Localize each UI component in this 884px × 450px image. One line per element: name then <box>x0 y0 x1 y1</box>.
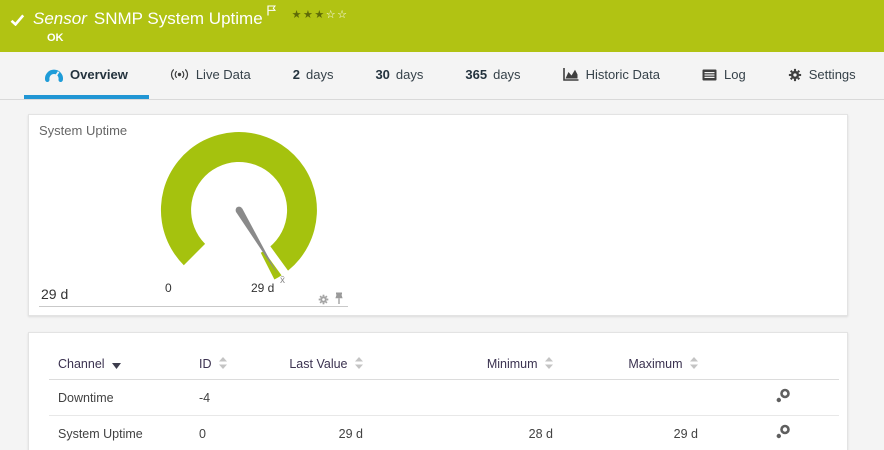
gauge-icon <box>45 68 63 82</box>
gauge-scale-min: 0 <box>165 281 172 295</box>
tab-live-data[interactable]: Live Data <box>149 52 272 99</box>
sort-icon <box>355 357 363 372</box>
cell-last-value: 29 d <box>289 415 363 450</box>
tab-label: days <box>395 67 424 82</box>
column-label: Last Value <box>289 357 348 371</box>
channel-settings-button[interactable] <box>698 379 839 416</box>
tab-number: 365 <box>465 67 488 82</box>
table-header-row: Channel ID Last Value Minimum Maximum <box>49 350 839 380</box>
column-header-actions <box>698 350 839 380</box>
tab-number: 30 <box>375 67 390 82</box>
tab-overview[interactable]: Overview <box>24 52 149 99</box>
log-icon <box>702 69 717 81</box>
cell-last-value <box>289 379 363 416</box>
cell-maximum <box>553 379 698 416</box>
gauge-scale-max: 29 d <box>251 281 275 295</box>
pin-icon[interactable] <box>334 292 344 310</box>
priority-rating[interactable]: ★★★☆☆ <box>292 8 349 21</box>
table-row[interactable]: Downtime -4 <box>49 379 839 416</box>
tab-label: Live Data <box>195 67 251 82</box>
tab-label: Settings <box>808 67 856 82</box>
live-data-icon <box>170 69 189 80</box>
sort-desc-icon <box>112 358 122 372</box>
column-header-minimum[interactable]: Minimum <box>363 350 553 380</box>
table-row[interactable]: System Uptime 0 29 d 28 d 29 d <box>49 415 839 450</box>
channel-settings-icon <box>775 388 791 407</box>
tab-label: Historic Data <box>585 67 660 82</box>
gear-icon[interactable] <box>318 292 329 310</box>
tab-historic-data[interactable]: Historic Data <box>542 52 681 99</box>
tab-label: days <box>305 67 334 82</box>
tab-log[interactable]: Log <box>681 52 767 99</box>
channel-settings-icon <box>775 424 791 443</box>
stars-empty: ☆☆ <box>325 9 349 21</box>
sort-icon <box>690 357 698 372</box>
tab-label: Overview <box>70 67 128 82</box>
column-header-channel[interactable]: Channel <box>49 350 199 380</box>
stars-filled: ★★★ <box>291 9 326 21</box>
channel-settings-button[interactable] <box>698 415 839 450</box>
gauge-average-marker: x̄ <box>280 275 285 286</box>
tab-365-days[interactable]: 365 days <box>444 52 541 99</box>
column-label: ID <box>199 357 212 371</box>
column-header-id[interactable]: ID <box>199 350 289 380</box>
cell-minimum: 28 d <box>363 415 553 450</box>
sensor-type-label: Sensor <box>33 9 87 28</box>
settings-gear-icon <box>788 68 802 82</box>
cell-channel[interactable]: System Uptime <box>49 415 199 450</box>
cell-id: 0 <box>199 415 289 450</box>
cell-minimum <box>363 379 553 416</box>
tab-2-days[interactable]: 2 days <box>272 52 355 99</box>
channels-table: Channel ID Last Value Minimum Maximum Do… <box>49 350 839 450</box>
prtg-sensor-page: { "header": { "type_label": "Sensor", "t… <box>0 0 884 450</box>
sensor-status-header: Sensor SNMP System Uptime ★★★☆☆ OK <box>0 0 884 52</box>
cell-channel[interactable]: Downtime <box>49 379 199 416</box>
column-header-last-value[interactable]: Last Value <box>289 350 363 380</box>
cell-maximum: 29 d <box>553 415 698 450</box>
sort-icon <box>218 357 227 372</box>
status-ok-check-icon <box>10 13 25 31</box>
overview-gauge-panel: System Uptime 0 29 d x̄ 29 d <box>28 114 848 316</box>
cell-id: -4 <box>199 379 289 416</box>
channels-table-panel: Channel ID Last Value Minimum Maximum Do… <box>28 332 848 450</box>
column-label: Maximum <box>628 357 683 371</box>
tab-bar: Overview Live Data 2 days 30 days 365 da… <box>0 52 884 100</box>
tab-30-days[interactable]: 30 days <box>354 52 444 99</box>
column-label: Channel <box>58 357 105 371</box>
historic-data-icon <box>562 68 579 81</box>
gauge-ring <box>160 132 317 282</box>
flag-icon[interactable] <box>267 3 276 21</box>
gauge-widget-actions <box>318 292 344 310</box>
column-header-maximum[interactable]: Maximum <box>553 350 698 380</box>
tab-settings[interactable]: Settings <box>767 52 877 99</box>
uptime-gauge[interactable]: 0 29 d x̄ 29 d <box>39 130 348 307</box>
status-badge: OK <box>47 32 64 44</box>
tab-number: 2 <box>292 67 300 82</box>
tab-label: Log <box>723 67 746 82</box>
sort-icon <box>545 357 553 372</box>
gauge-current-value: 29 d <box>41 286 69 302</box>
page-title: SNMP System Uptime <box>93 9 263 28</box>
column-label: Minimum <box>486 357 538 371</box>
tab-label: days <box>493 67 521 82</box>
